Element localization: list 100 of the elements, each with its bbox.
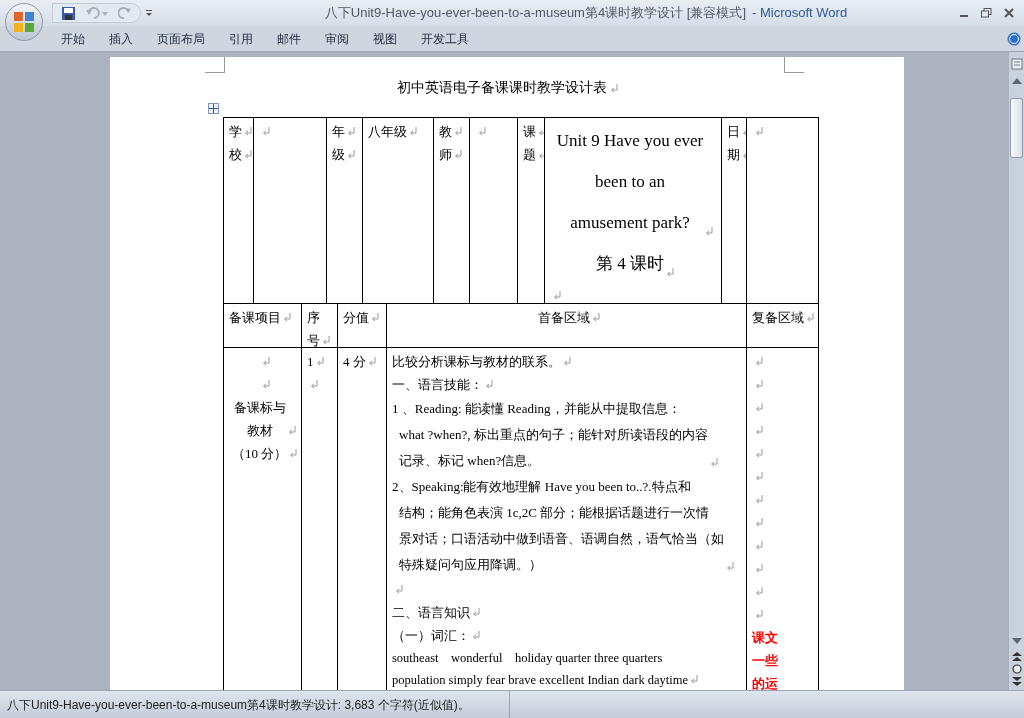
ribbon-tab[interactable]: 邮件 — [265, 27, 313, 50]
lesson-title: 第 4 课时 — [596, 253, 664, 275]
paragraph-mark-icon — [347, 127, 355, 136]
cell-text: 一、语言技能： — [392, 376, 483, 394]
cell-text: 复备区域 — [752, 309, 804, 327]
paragraph-mark-icon — [666, 268, 674, 277]
cell-text: 比较分析课标与教材的联系。 — [392, 353, 561, 371]
paragraph-mark-icon — [806, 313, 814, 322]
cell-text: （一）词汇： — [392, 627, 470, 645]
cell-text: 级 — [332, 146, 345, 164]
paragraph-mark-icon — [755, 541, 763, 550]
paragraph-mark-icon — [726, 562, 734, 571]
cell-text: （10 分） — [231, 445, 288, 463]
paragraph-mark-icon — [705, 227, 714, 236]
paragraph-mark-icon — [591, 313, 600, 322]
browse-object-icon[interactable] — [1011, 664, 1022, 674]
close-icon[interactable] — [1004, 8, 1014, 18]
status-text: 八下Unit9-Have-you-ever-been-to-a-museum第4课时教学设计: 3,683 个字符(近似值)。 — [7, 696, 470, 714]
cell-text: 首备区域 — [537, 309, 590, 327]
paragraph-mark-icon — [283, 313, 291, 322]
note-text: 课文 一些 的运 — [752, 629, 778, 690]
paragraph-mark-icon — [755, 357, 763, 366]
lesson-title: Unit 9 Have you ever been to an amusement park? — [556, 130, 704, 234]
restore-icon[interactable] — [981, 8, 992, 18]
scrollbar-thumb[interactable] — [1010, 98, 1023, 158]
paragraph-mark-icon — [472, 631, 480, 640]
paragraph-mark-icon — [347, 150, 355, 159]
app-name: - Microsoft Word — [752, 4, 848, 23]
ribbon-tab[interactable]: 审阅 — [313, 27, 361, 50]
cell-text: 4 分 — [343, 353, 366, 371]
paragraph-mark-icon — [371, 313, 379, 322]
paragraph-mark-icon — [563, 357, 571, 366]
ribbon-tab[interactable]: 开发工具 — [409, 27, 481, 50]
cell-text: 八年级 — [368, 123, 407, 141]
paragraph-mark-icon — [262, 357, 270, 366]
paragraph-mark-icon — [322, 336, 330, 345]
paragraph-mark-icon — [315, 357, 324, 366]
paragraph-mark-icon — [755, 426, 763, 435]
cell-text: 二、语言知识 — [392, 604, 470, 622]
window-title: 八下Unit9-Have-you-ever-been-to-a-museum第4课时教学设计 [兼容模式] — [324, 4, 746, 23]
paragraph-mark-icon — [755, 403, 763, 412]
paragraph-mark-icon — [690, 675, 699, 684]
paragraph-mark-icon — [262, 380, 270, 389]
paragraph-mark-icon — [289, 449, 298, 458]
help-icon[interactable] — [1007, 31, 1021, 46]
paragraph-mark-icon — [485, 380, 493, 389]
next-page-icon[interactable] — [1011, 677, 1022, 686]
ribbon-tab[interactable]: 开始 — [49, 27, 97, 50]
paragraph-mark-icon — [367, 357, 376, 366]
cell-text: 2、Speaking:能有效地理解 Have you been to..?.特点和 结构；能角色表演 1c,2C 部分；能根据话题进行一次情 景对话；口语活动中做到语音、语调自然，语气恰当（如 特殊疑问句应用降调。） — [392, 478, 724, 574]
crop-mark — [205, 57, 225, 73]
cell-text: 1 — [307, 353, 314, 371]
cell-text: southeast wonderful holiday quarter three quarters population simply fear brave excellent Indian dark daytime — [392, 650, 689, 689]
cell-text: 备课项目 — [229, 309, 281, 327]
paragraph-mark-icon — [755, 518, 763, 527]
paragraph-mark-icon — [478, 127, 486, 136]
paragraph-mark-icon — [244, 150, 252, 159]
view-ruler-icon[interactable] — [1010, 58, 1023, 70]
paragraph-mark-icon — [244, 127, 252, 136]
paragraph-mark-icon — [553, 291, 561, 300]
cell-text: 年 — [332, 123, 345, 141]
cell-text: 学 — [229, 123, 242, 141]
cell-text: 课 — [523, 123, 536, 141]
paragraph-mark-icon — [287, 426, 296, 435]
ribbon-tab[interactable]: 引用 — [217, 27, 265, 50]
ribbon-tab[interactable]: 插入 — [97, 27, 145, 50]
cell-text: 期 — [727, 146, 740, 164]
ribbon-tab[interactable]: 页面布局 — [145, 27, 217, 50]
paragraph-mark-icon — [755, 610, 763, 619]
cell-text: 题 — [523, 146, 536, 164]
save-icon[interactable] — [61, 5, 76, 21]
paragraph-mark-icon — [755, 127, 763, 136]
paragraph-mark-icon — [755, 587, 763, 596]
ribbon-tab[interactable]: 视图 — [361, 27, 409, 50]
paragraph-mark-icon — [262, 127, 270, 136]
customize-icon[interactable] — [145, 9, 153, 17]
scroll-up-icon[interactable] — [1011, 78, 1022, 84]
office-button[interactable] — [5, 3, 43, 41]
paragraph-mark-icon — [472, 608, 480, 617]
paragraph-mark-icon — [755, 564, 763, 573]
table-move-handle[interactable] — [208, 103, 219, 114]
paragraph-mark-icon — [454, 150, 462, 159]
document-heading: 初中英语电子备课课时教学设计表 — [396, 78, 607, 97]
cell-text: 日 — [727, 123, 740, 141]
previous-page-icon[interactable] — [1011, 652, 1022, 661]
scroll-down-icon[interactable] — [1011, 638, 1022, 644]
paragraph-mark-icon — [310, 380, 318, 389]
paragraph-mark-icon — [609, 83, 618, 93]
paragraph-mark-icon — [755, 449, 763, 458]
cell-text: 校 — [229, 146, 242, 164]
paragraph-mark-icon — [755, 472, 763, 481]
cell-text: 备课标与 教材 — [233, 399, 286, 440]
cell-text: 教 — [439, 123, 452, 141]
cell-text: 分值 — [343, 309, 369, 327]
paragraph-mark-icon — [755, 495, 763, 504]
cell-text: 序 号 — [307, 309, 320, 347]
cell-text: 师 — [439, 146, 452, 164]
paragraph-mark-icon — [755, 380, 763, 389]
paragraph-mark-icon — [454, 127, 462, 136]
cell-text: 1 、Reading: 能读懂 Reading，并能从中提取信息： what ?when?, 标出重点的句子；能针对所读语段的内容 记录、标记 when?信息。 — [392, 400, 708, 470]
